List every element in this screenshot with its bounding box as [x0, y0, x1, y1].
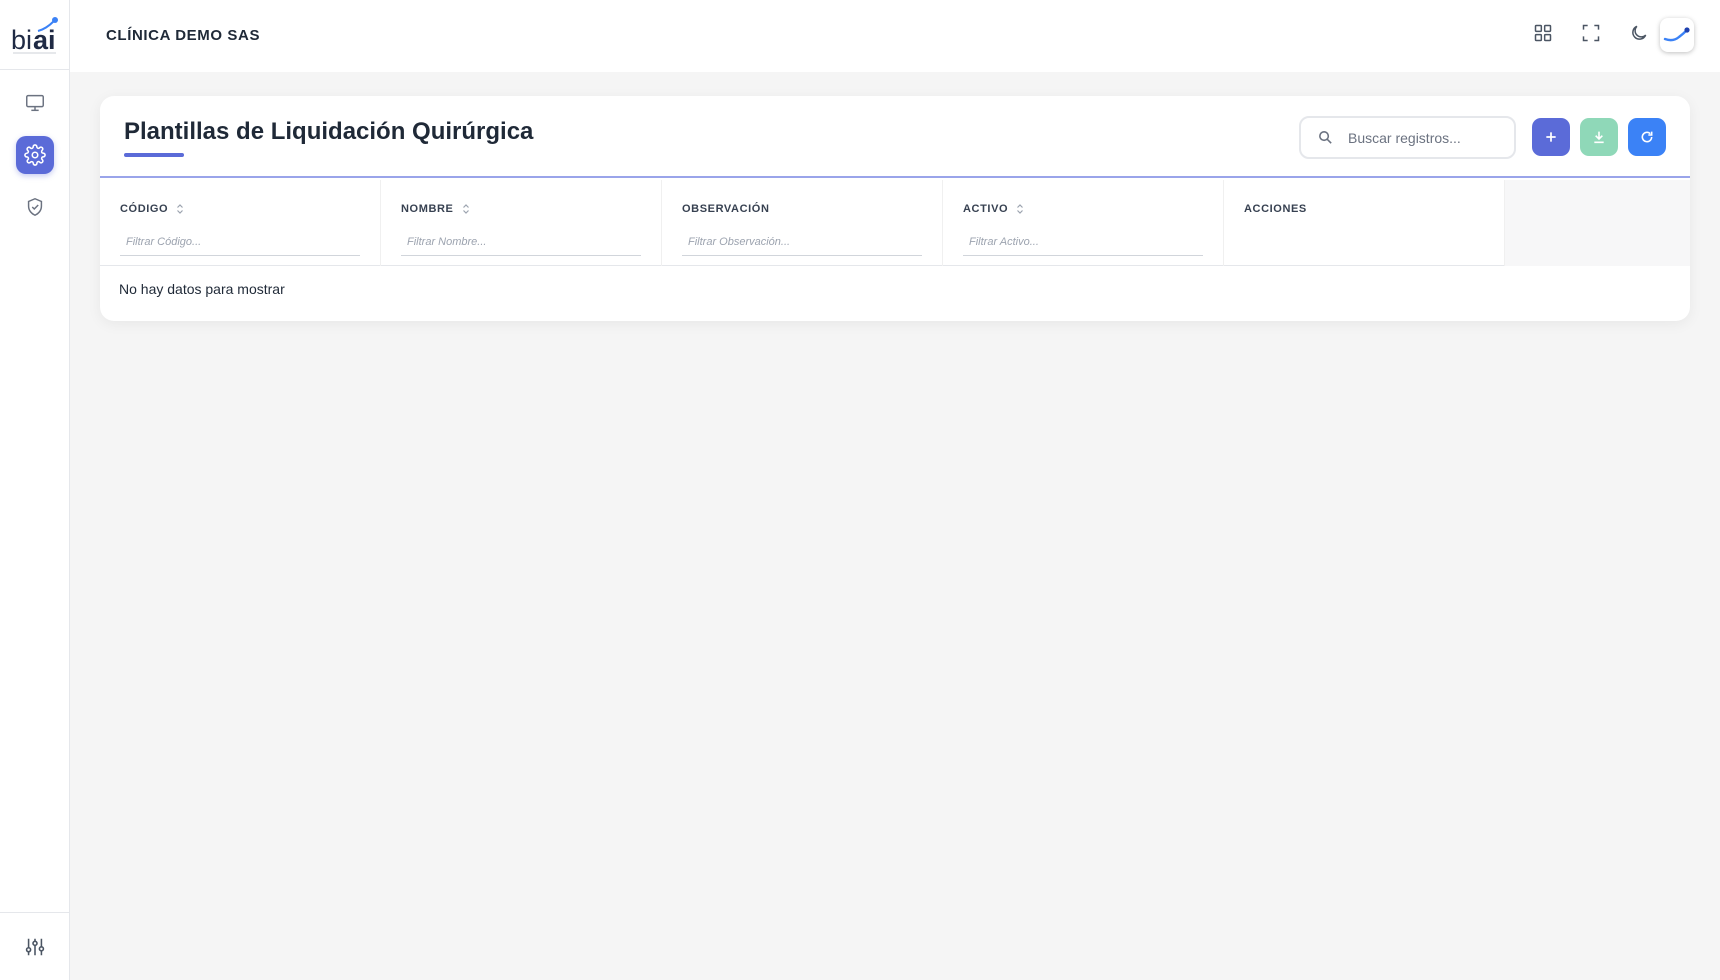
plus-icon: [1546, 132, 1556, 142]
dark-mode-toggle[interactable]: [1626, 20, 1652, 46]
title-underline: [124, 153, 184, 157]
sidebar: bi ai: [0, 0, 70, 980]
search-icon: [1317, 129, 1334, 146]
column-header-observacion: OBSERVACIÓN: [682, 203, 769, 215]
refresh-button[interactable]: [1628, 118, 1666, 156]
sort-icon[interactable]: [462, 203, 470, 215]
page-title: Plantillas de Liquidación Quirúrgica: [124, 118, 534, 145]
brand-swoosh-icon: [1663, 27, 1690, 42]
column-header-activo[interactable]: ACTIVO: [963, 203, 1024, 215]
column-observacion: OBSERVACIÓN: [662, 180, 943, 266]
grid-icon: [1534, 24, 1552, 42]
add-button[interactable]: [1532, 118, 1570, 156]
gear-icon: [24, 144, 46, 166]
table-header-filler: [1505, 180, 1690, 266]
column-label: NOMBRE: [401, 203, 454, 215]
card-header: Plantillas de Liquidación Quirúrgica: [100, 96, 1690, 178]
filter-codigo-input[interactable]: [120, 228, 360, 256]
filter-activo-input[interactable]: [963, 228, 1203, 256]
download-button[interactable]: [1580, 118, 1618, 156]
column-header-acciones: ACCIONES: [1244, 203, 1307, 215]
download-icon: [1594, 131, 1604, 144]
table-header: CÓDIGO NOMBRE OBSERVACIÓN: [100, 180, 1690, 266]
sidebar-item-security[interactable]: [16, 188, 54, 226]
column-activo: ACTIVO: [943, 180, 1224, 266]
column-header-codigo[interactable]: CÓDIGO: [120, 203, 184, 215]
search-input[interactable]: [1348, 129, 1498, 146]
sort-icon[interactable]: [1016, 203, 1024, 215]
moon-icon: [1632, 25, 1647, 40]
column-label: ACCIONES: [1244, 203, 1307, 215]
svg-text:bi: bi: [11, 25, 32, 55]
company-name: CLÍNICA DEMO SAS: [106, 27, 261, 44]
apps-button[interactable]: [1530, 20, 1556, 46]
sidebar-settings-toggle[interactable]: [0, 912, 70, 980]
column-label: OBSERVACIÓN: [682, 203, 770, 215]
filter-observacion-input[interactable]: [682, 228, 922, 256]
shield-check-icon: [27, 197, 43, 217]
templates-card: Plantillas de Liquidación Quirúrgica Bus…: [100, 96, 1690, 321]
empty-message: No hay datos para mostrar: [119, 281, 285, 297]
user-avatar[interactable]: [1660, 18, 1694, 52]
sliders-icon: [25, 938, 45, 955]
fullscreen-button[interactable]: [1578, 20, 1604, 46]
top-bar: CLÍNICA DEMO SAS: [70, 0, 1720, 72]
column-label: ACTIVO: [963, 203, 1009, 215]
column-header-nombre[interactable]: NOMBRE: [401, 203, 470, 215]
filter-nombre-input[interactable]: [401, 228, 641, 256]
sort-icon[interactable]: [176, 203, 184, 215]
column-nombre: NOMBRE: [381, 180, 662, 266]
sidebar-item-monitor[interactable]: [16, 84, 54, 122]
brand-logo[interactable]: bi ai: [0, 0, 69, 70]
column-acciones: ACCIONES: [1224, 180, 1505, 266]
monitor-icon: [26, 94, 44, 112]
column-codigo: CÓDIGO: [100, 180, 381, 266]
search-box[interactable]: [1299, 116, 1516, 159]
fullscreen-icon: [1582, 24, 1600, 42]
column-label: CÓDIGO: [120, 203, 169, 215]
refresh-icon: [1641, 131, 1653, 143]
sidebar-item-settings[interactable]: [16, 136, 54, 174]
